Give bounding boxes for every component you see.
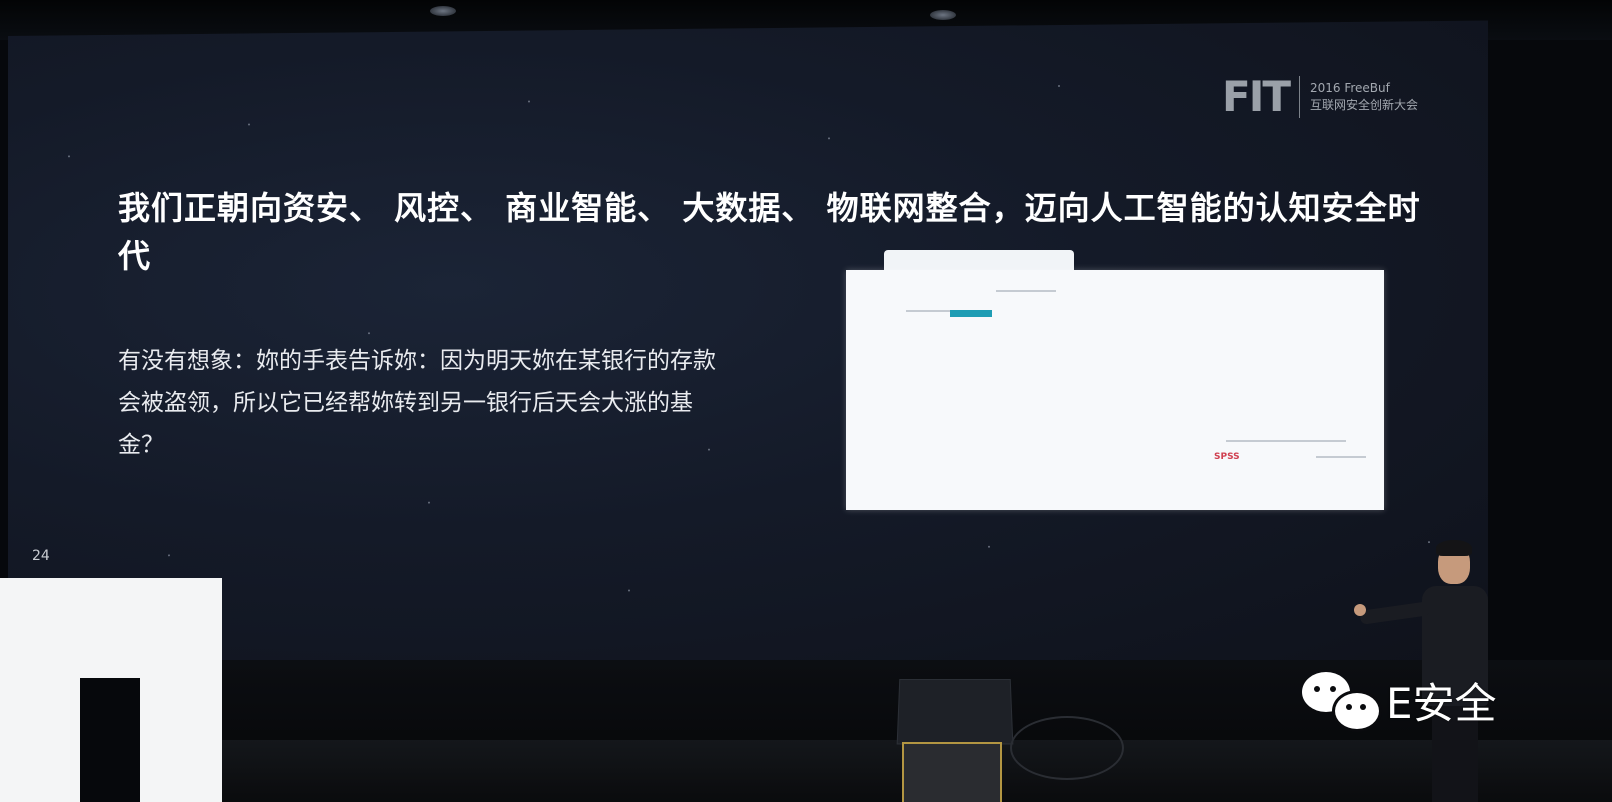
wechat-eye: [1314, 685, 1320, 692]
wechat-eye: [1346, 703, 1352, 710]
event-logo: FIT 2016 FreeBuf 互联网安全创新大会: [1222, 76, 1418, 118]
stage-floor: [0, 740, 1612, 802]
embedded-screenshot: [846, 270, 1384, 510]
star: [628, 589, 630, 592]
stage-monitor: [896, 679, 1014, 745]
wechat-icon: [1302, 671, 1382, 732]
watermark-text: E安全: [1386, 679, 1497, 728]
stage-letters: [0, 578, 222, 802]
slide-title: 我们正朝向资安、 风控、 商业智能、 大数据、 物联网整合，迈向人工智能的认知安…: [118, 189, 1421, 275]
ceiling-light: [430, 6, 456, 16]
flight-case: [902, 742, 1002, 802]
star: [828, 137, 830, 140]
logo-mark: FIT: [1222, 76, 1300, 118]
embedded-button: [950, 310, 992, 317]
conference-photo: FIT 2016 FreeBuf 互联网安全创新大会 我们正朝向资安、 风控、 …: [0, 0, 1612, 802]
wechat-eye: [1330, 685, 1336, 692]
embedded-line: [1316, 456, 1366, 458]
star: [248, 123, 250, 126]
slide-number: 24: [32, 548, 50, 564]
wechat-eye: [1360, 703, 1366, 710]
speaker-hair: [1436, 540, 1472, 556]
logo-text: 2016 FreeBuf 互联网安全创新大会: [1300, 80, 1418, 114]
star: [368, 332, 370, 335]
embedded-line: [1226, 440, 1346, 442]
star: [168, 554, 170, 557]
star: [428, 501, 430, 504]
slide-body: 有没有想象：妳的手表告诉妳：因为明天妳在某银行的存款会被盗领，所以它已经帮妳转到…: [118, 348, 716, 458]
ceiling-light: [930, 10, 956, 20]
embedded-brand-logo: SPSS: [1214, 452, 1240, 462]
star: [528, 100, 530, 103]
letter-gap: [80, 678, 140, 802]
logo-line-2: 互联网安全创新大会: [1309, 98, 1418, 112]
logo-line-1: 2016 FreeBuf: [1309, 81, 1390, 95]
watermark: E安全: [1302, 670, 1497, 732]
speaker-hand: [1354, 604, 1366, 616]
embedded-line: [996, 290, 1056, 292]
star: [988, 545, 990, 548]
star: [68, 155, 70, 158]
cables: [1010, 716, 1124, 780]
wechat-bubble-right: [1332, 689, 1382, 732]
star: [1058, 84, 1060, 88]
